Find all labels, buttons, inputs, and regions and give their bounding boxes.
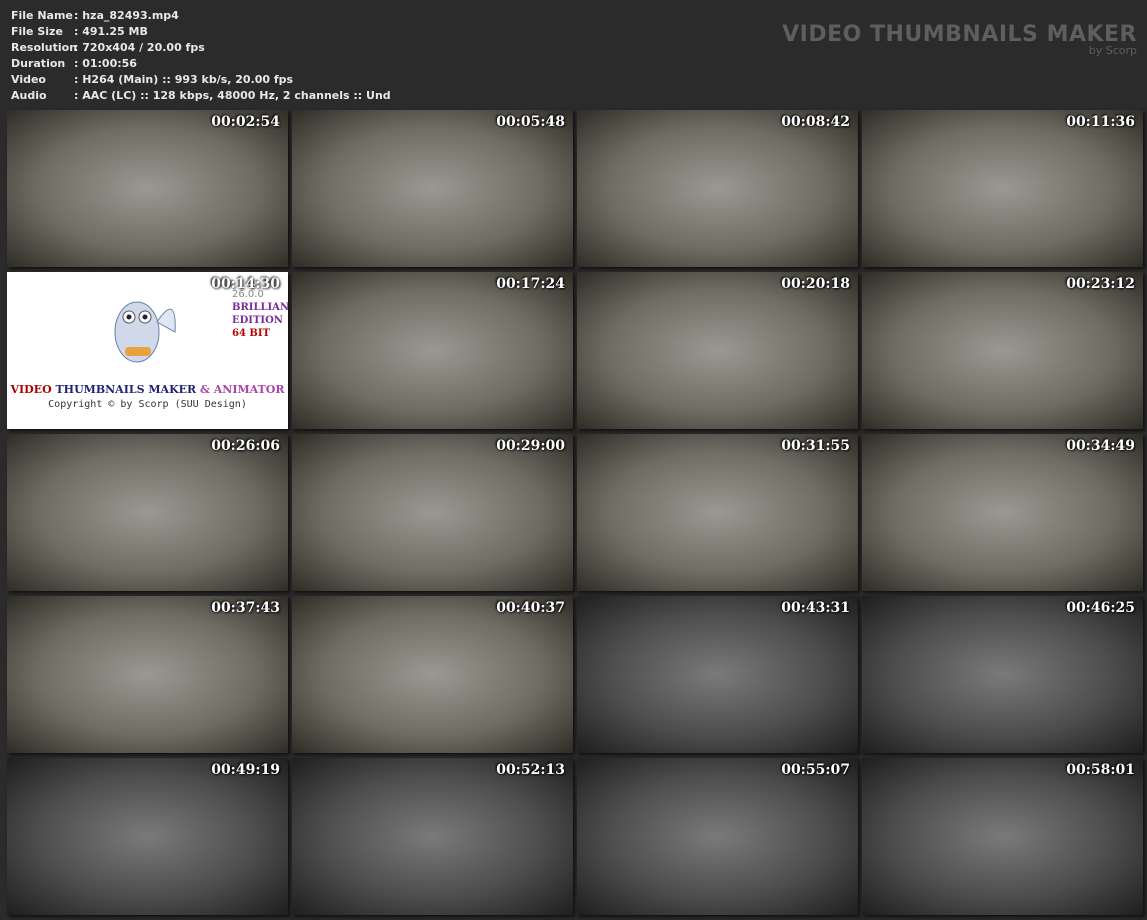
- info-row: Video : H264 (Main) :: 993 kb/s, 20.00 fp…: [11, 72, 391, 88]
- thumbnail[interactable]: 00:08:42: [577, 110, 858, 267]
- thumbnail[interactable]: 00:17:24: [292, 272, 573, 429]
- video-frame-placeholder: [292, 596, 573, 753]
- copyright: Copyright © by Scorp (SUU Design): [48, 399, 247, 410]
- timestamp: 00:26:06: [211, 438, 280, 454]
- thumbnail-grid: 00:02:54 00:05:48 00:08:42 00:11:36 26.0.0 B…: [7, 110, 1143, 915]
- info-value: : 720x404 / 20.00 fps: [74, 41, 205, 54]
- video-frame-placeholder: [292, 434, 573, 591]
- file-info-list: File Name: hza_82493.mp4 File Size: 491.2…: [11, 8, 391, 104]
- thumbnail[interactable]: 00:02:54: [7, 110, 288, 267]
- info-value: : AAC (LC) :: 128 kbps, 48000 Hz, 2 chan…: [74, 89, 391, 102]
- brand-watermark: VIDEO THUMBNAILS MAKER by Scorp: [782, 22, 1137, 57]
- video-frame-placeholder: [7, 758, 288, 915]
- info-label: File Name: [11, 9, 73, 22]
- thumbnail[interactable]: 00:37:43: [7, 596, 288, 753]
- file-info-header: File Name: hza_82493.mp4 File Size: 491.2…: [0, 0, 1147, 108]
- timestamp: 00:02:54: [211, 114, 280, 130]
- thumbnail[interactable]: 00:34:49: [862, 434, 1143, 591]
- video-frame-placeholder: [7, 110, 288, 267]
- thumbnail[interactable]: 26.0.0BRILLIANTEDITION64 BIT VIDEO THUMB…: [7, 272, 288, 429]
- info-row: Duration : 01:00:56: [11, 56, 391, 72]
- timestamp: 00:49:19: [211, 762, 280, 778]
- video-frame-placeholder: [862, 434, 1143, 591]
- thumbnail[interactable]: 00:55:07: [577, 758, 858, 915]
- timestamp: 00:31:55: [781, 438, 850, 454]
- video-frame-placeholder: [292, 110, 573, 267]
- thumbnail[interactable]: 00:05:48: [292, 110, 573, 267]
- timestamp: 00:46:25: [1066, 600, 1135, 616]
- video-frame-placeholder: [862, 596, 1143, 753]
- video-frame-placeholder: [577, 596, 858, 753]
- thumbnail[interactable]: 00:31:55: [577, 434, 858, 591]
- timestamp: 00:58:01: [1066, 762, 1135, 778]
- thumbnail[interactable]: 00:46:25: [862, 596, 1143, 753]
- info-row: Resolution: 720x404 / 20.00 fps: [11, 40, 391, 56]
- thumbnail[interactable]: 00:29:00: [292, 434, 573, 591]
- owl-logo-icon: [114, 301, 176, 363]
- info-value: : hza_82493.mp4: [74, 9, 179, 22]
- timestamp: 00:20:18: [781, 276, 850, 292]
- timestamp: 00:43:31: [781, 600, 850, 616]
- product-name: VIDEO THUMBNAILS MAKER & ANIMATOR: [10, 383, 285, 396]
- video-frame-placeholder: [577, 434, 858, 591]
- info-label: File Size: [11, 25, 63, 38]
- video-frame-placeholder: [862, 110, 1143, 267]
- timestamp: 00:55:07: [781, 762, 850, 778]
- info-row: File Size : 491.25 MB: [11, 24, 391, 40]
- video-frame-placeholder: [292, 758, 573, 915]
- video-frame-placeholder: [292, 272, 573, 429]
- thumbnail[interactable]: 00:58:01: [862, 758, 1143, 915]
- info-label: Duration: [11, 57, 66, 70]
- video-frame-placeholder: [862, 272, 1143, 429]
- timestamp: 00:23:12: [1066, 276, 1135, 292]
- timestamp: 00:29:00: [496, 438, 565, 454]
- video-frame-placeholder: [577, 272, 858, 429]
- timestamp: 00:17:24: [496, 276, 565, 292]
- video-frame-placeholder: [7, 434, 288, 591]
- timestamp: 00:37:43: [211, 600, 280, 616]
- info-value: : H264 (Main) :: 993 kb/s, 20.00 fps: [74, 73, 294, 86]
- info-value: : 491.25 MB: [74, 25, 148, 38]
- thumbnail[interactable]: 00:20:18: [577, 272, 858, 429]
- thumbnail[interactable]: 00:11:36: [862, 110, 1143, 267]
- video-frame-placeholder: [577, 110, 858, 267]
- video-frame-placeholder: [577, 758, 858, 915]
- thumbnail[interactable]: 00:43:31: [577, 596, 858, 753]
- thumbnail[interactable]: 00:52:13: [292, 758, 573, 915]
- timestamp: 00:34:49: [1066, 438, 1135, 454]
- info-row: File Name: hza_82493.mp4: [11, 8, 391, 24]
- timestamp: 00:08:42: [781, 114, 850, 130]
- info-value: : 01:00:56: [74, 57, 137, 70]
- info-label: Resolution: [11, 41, 78, 54]
- timestamp: 00:05:48: [496, 114, 565, 130]
- thumbnail[interactable]: 00:23:12: [862, 272, 1143, 429]
- timestamp: 00:14:30: [211, 276, 280, 292]
- info-label: Audio: [11, 89, 47, 102]
- brand-title: VIDEO THUMBNAILS MAKER: [782, 22, 1137, 47]
- thumbnail[interactable]: 00:49:19: [7, 758, 288, 915]
- thumbnail[interactable]: 00:40:37: [292, 596, 573, 753]
- info-label: Video: [11, 73, 46, 86]
- thumbnail[interactable]: 00:26:06: [7, 434, 288, 591]
- timestamp: 00:40:37: [496, 600, 565, 616]
- edition-text: 26.0.0BRILLIANTEDITION64 BIT: [232, 289, 288, 339]
- info-row: Audio : AAC (LC) :: 128 kbps, 48000 Hz, 2…: [11, 88, 391, 104]
- video-frame-placeholder: [7, 596, 288, 753]
- video-frame-placeholder: [862, 758, 1143, 915]
- timestamp: 00:52:13: [496, 762, 565, 778]
- timestamp: 00:11:36: [1066, 114, 1135, 130]
